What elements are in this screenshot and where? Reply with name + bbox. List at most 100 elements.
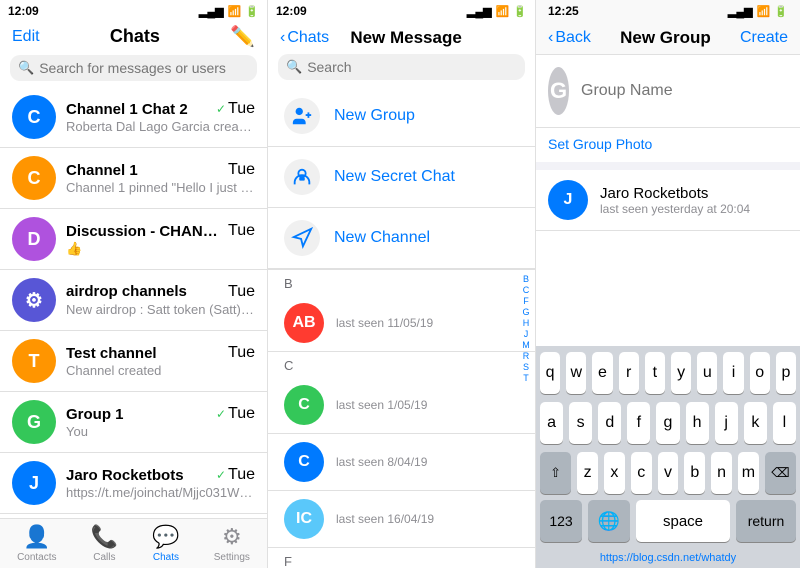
alpha-m[interactable]: M — [519, 340, 533, 350]
alpha-t[interactable]: T — [519, 373, 533, 383]
chat-item-jaro[interactable]: J Jaro Rocketbots ✓Tue https://t.me/join… — [0, 453, 267, 514]
group-name-input[interactable] — [581, 82, 788, 100]
key-l[interactable]: l — [773, 402, 796, 444]
search-icon: 🔍 — [286, 59, 302, 75]
key-h[interactable]: h — [686, 402, 709, 444]
new-channel-option[interactable]: New Channel — [268, 208, 535, 269]
alpha-g[interactable]: G — [519, 307, 533, 317]
back-button[interactable]: ‹ Chats — [280, 29, 329, 47]
set-group-photo-link[interactable]: Set Group Photo — [548, 136, 652, 152]
chat-name: Test channel — [66, 345, 157, 362]
chat-content: Discussion - CHANNEL 1 👍 Tue 👍 — [66, 222, 255, 257]
shift-key[interactable]: ⇧ — [540, 452, 571, 494]
section-f: F — [268, 548, 535, 568]
chat-name: Jaro Rocketbots — [66, 467, 184, 484]
key-s[interactable]: s — [569, 402, 592, 444]
key-w[interactable]: w — [566, 352, 586, 394]
contacts-icon: 👤 — [23, 524, 50, 550]
tab-calls-label: Calls — [93, 552, 115, 563]
chats-search-input[interactable] — [39, 60, 249, 76]
new-group-option[interactable]: New Group — [268, 86, 535, 147]
edit-button[interactable]: Edit — [12, 28, 40, 46]
ng-member-item[interactable]: J Jaro Rocketbots last seen yesterday at… — [536, 170, 800, 231]
contact-info: last seen 1/05/19 — [336, 398, 519, 412]
key-k[interactable]: k — [744, 402, 767, 444]
key-u[interactable]: u — [697, 352, 717, 394]
key-a[interactable]: a — [540, 402, 563, 444]
new-message-search-input[interactable] — [307, 59, 517, 75]
status-bar-3: 12:25 ▂▄▆ 📶 🔋 — [536, 0, 800, 22]
chat-item-c2[interactable]: C Channel 1 Tue Channel 1 pinned "Hello … — [0, 148, 267, 209]
ng-create-button[interactable]: Create — [740, 29, 788, 47]
key-z[interactable]: z — [577, 452, 598, 494]
key-b[interactable]: b — [684, 452, 705, 494]
key-t[interactable]: t — [645, 352, 665, 394]
return-key[interactable]: return — [736, 500, 796, 542]
key-m[interactable]: m — [738, 452, 759, 494]
tab-calls[interactable]: 📞 Calls — [91, 524, 118, 563]
alpha-s[interactable]: S — [519, 362, 533, 372]
chat-content: Channel 1 Chat 2 ✓Tue Roberta Dal Lago G… — [66, 100, 255, 134]
tab-contacts[interactable]: 👤 Contacts — [17, 524, 56, 563]
contact-sub: last seen 1/05/19 — [336, 398, 519, 412]
tab-settings[interactable]: ⚙ Settings — [214, 524, 250, 563]
avatar: D — [12, 217, 56, 261]
key-q[interactable]: q — [540, 352, 560, 394]
key-d[interactable]: d — [598, 402, 621, 444]
time-3: 12:25 — [548, 4, 579, 18]
alpha-r[interactable]: R — [519, 351, 533, 361]
ng-back-label: Back — [555, 29, 591, 47]
num-key[interactable]: 123 — [540, 500, 582, 542]
ng-members-section: J Jaro Rocketbots last seen yesterday at… — [536, 170, 800, 346]
section-c: C — [268, 352, 535, 377]
emoji-key[interactable]: 🌐 — [588, 500, 630, 542]
keyboard-row-3: ⇧ z x c v b n m ⌫ — [536, 446, 800, 496]
alpha-h[interactable]: H — [519, 318, 533, 328]
alpha-j[interactable]: J — [519, 329, 533, 339]
time-1: 12:09 — [8, 4, 39, 18]
chat-content: airdrop channels Tue New airdrop : Satt … — [66, 283, 255, 318]
contact-info: last seen 8/04/19 — [336, 455, 519, 469]
contact-avatar: IC — [284, 499, 324, 539]
contact-c2[interactable]: C last seen 8/04/19 — [268, 434, 535, 491]
contact-c1[interactable]: C last seen 1/05/19 — [268, 377, 535, 434]
contact-ic[interactable]: IC last seen 16/04/19 — [268, 491, 535, 548]
avatar: C — [12, 156, 56, 200]
key-e[interactable]: e — [592, 352, 612, 394]
alpha-c[interactable]: C — [519, 285, 533, 295]
key-c[interactable]: c — [631, 452, 652, 494]
chat-item-d[interactable]: D Discussion - CHANNEL 1 👍 Tue 👍 — [0, 209, 267, 270]
tab-chats[interactable]: 💬 Chats — [152, 524, 179, 563]
key-x[interactable]: x — [604, 452, 625, 494]
key-y[interactable]: y — [671, 352, 691, 394]
contact-ab[interactable]: AB last seen 11/05/19 — [268, 295, 535, 352]
key-r[interactable]: r — [619, 352, 639, 394]
ng-back-button[interactable]: ‹ Back — [548, 29, 591, 47]
chat-item-group1[interactable]: G Group 1 ✓Tue You — [0, 392, 267, 453]
keyboard-row-2: a s d f g h j k l — [536, 396, 800, 446]
status-bar-2: 12:09 ▂▄▆ 📶 🔋 — [268, 0, 535, 22]
new-secret-option[interactable]: New Secret Chat — [268, 147, 535, 208]
key-f[interactable]: f — [627, 402, 650, 444]
chat-item-airdrop[interactable]: ⚙ airdrop channels Tue New airdrop : Sat… — [0, 270, 267, 331]
key-p[interactable]: p — [776, 352, 796, 394]
key-n[interactable]: n — [711, 452, 732, 494]
time-2: 12:09 — [276, 4, 307, 18]
alpha-f[interactable]: F — [519, 296, 533, 306]
key-i[interactable]: i — [723, 352, 743, 394]
status-icons-1: ▂▄▆ 📶 🔋 — [199, 5, 259, 18]
status-bar-1: 12:09 ▂▄▆ 📶 🔋 — [0, 0, 267, 22]
alpha-b[interactable]: B — [519, 274, 533, 284]
delete-key[interactable]: ⌫ — [765, 452, 796, 494]
key-o[interactable]: o — [750, 352, 770, 394]
key-j[interactable]: j — [715, 402, 738, 444]
chat-name: Channel 1 Chat 2 — [66, 101, 188, 118]
chat-item-c1[interactable]: C Channel 1 Chat 2 ✓Tue Roberta Dal Lago… — [0, 87, 267, 148]
key-v[interactable]: v — [658, 452, 679, 494]
chevron-left-icon: ‹ — [548, 29, 553, 47]
chat-item-test[interactable]: T Test channel Tue Channel created — [0, 331, 267, 392]
chat-preview: https://t.me/joinchat/Mjjc031WmvVFRmNkfM… — [66, 485, 255, 500]
space-key[interactable]: space — [636, 500, 730, 542]
key-g[interactable]: g — [656, 402, 679, 444]
compose-button[interactable]: ✏️ — [230, 24, 255, 49]
